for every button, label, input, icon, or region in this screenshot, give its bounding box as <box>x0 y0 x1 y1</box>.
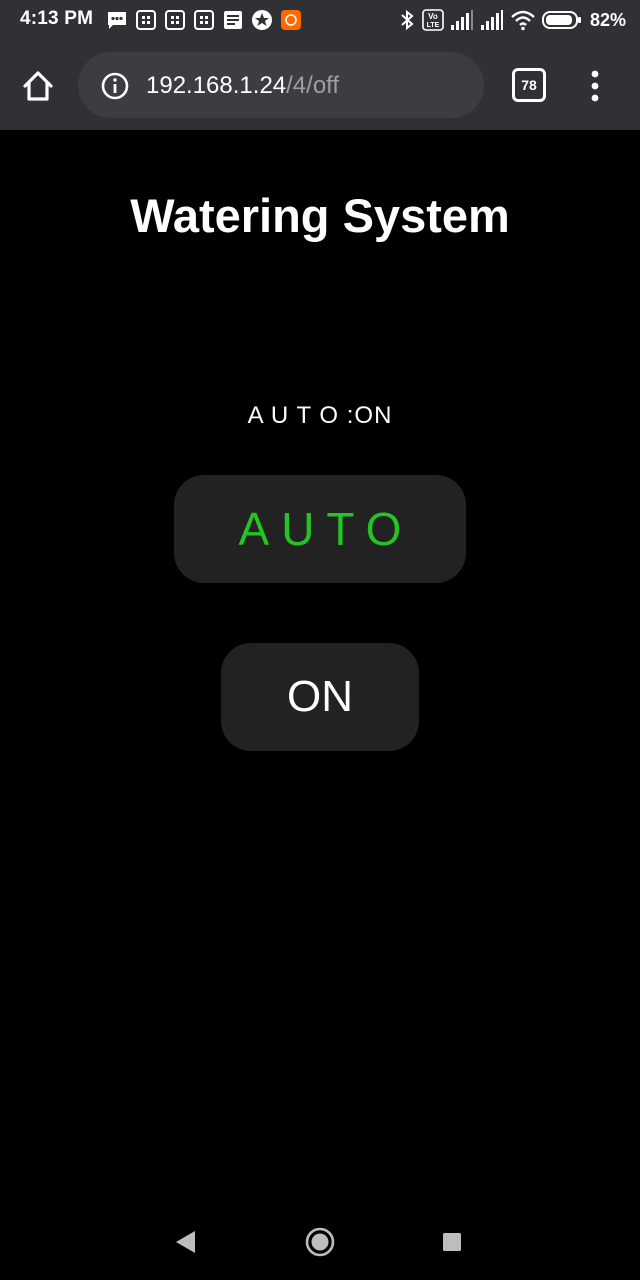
status-indicators: Vo LTE 82% <box>398 8 626 32</box>
notification-icons <box>106 9 302 31</box>
signal-icon <box>450 10 473 30</box>
volte-icon: Vo LTE <box>422 9 444 31</box>
url-text[interactable]: 192.168.1.24/4/off <box>146 72 339 100</box>
messages-icon <box>108 12 126 29</box>
status-bar: 4:13 PM Vo LTE 82% <box>0 0 640 40</box>
url-path: /4/off <box>286 72 340 99</box>
home-icon <box>23 71 53 101</box>
more-vert-icon <box>591 70 599 102</box>
battery-icon <box>541 11 581 29</box>
address-bar[interactable]: 192.168.1.24/4/off <box>78 52 484 118</box>
status-time: 4:13 PM <box>20 8 94 29</box>
sim-app-icon <box>136 10 156 30</box>
menu-button[interactable] <box>580 64 610 108</box>
mode-status-text: A U T O :ON <box>247 402 393 429</box>
battery-percent: 82% <box>589 9 626 30</box>
auto-button[interactable]: AUTO <box>174 475 466 583</box>
square-icon <box>443 1233 461 1251</box>
browser-icon <box>252 10 272 30</box>
svg-text:LTE: LTE <box>427 22 440 29</box>
nav-home-button[interactable] <box>304 1226 336 1258</box>
circle-home-icon <box>305 1227 335 1257</box>
url-host: 192.168.1.24 <box>146 72 287 99</box>
back-icon <box>176 1231 195 1253</box>
on-button[interactable]: ON <box>221 643 419 751</box>
tab-switcher-button[interactable]: 78 <box>512 68 546 102</box>
back-button[interactable] <box>172 1228 198 1256</box>
page-title: Watering System <box>130 189 510 242</box>
page-content: Watering System A U T O :ON AUTO ON <box>0 130 640 1210</box>
info-icon[interactable] <box>100 71 130 101</box>
bluetooth-icon <box>401 9 414 31</box>
document-icon <box>224 11 242 29</box>
wifi-icon <box>511 10 535 31</box>
mi-app-icon <box>281 10 301 30</box>
system-nav-bar <box>0 1210 640 1280</box>
sim-app-icon <box>194 10 214 30</box>
recents-button[interactable] <box>441 1231 463 1253</box>
signal-icon <box>480 10 503 30</box>
home-button[interactable] <box>16 64 60 108</box>
browser-toolbar: 192.168.1.24/4/off 78 <box>0 40 640 130</box>
sim-app-icon <box>165 10 185 30</box>
svg-text:Vo: Vo <box>428 12 438 21</box>
tab-count: 78 <box>512 68 546 102</box>
